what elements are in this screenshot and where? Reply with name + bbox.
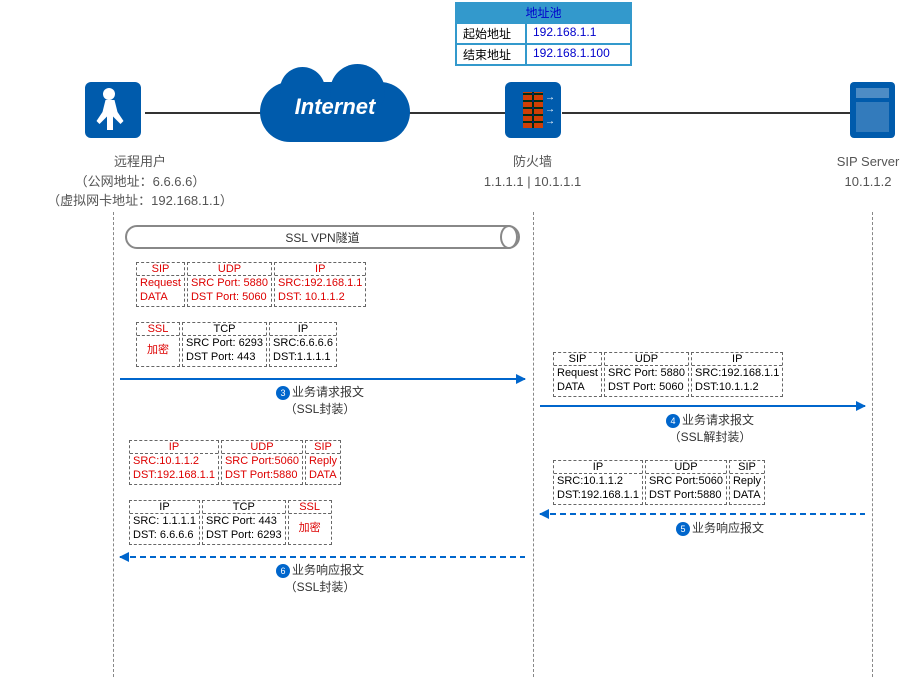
step5-arrow bbox=[540, 513, 865, 515]
internet-label: Internet bbox=[260, 94, 410, 120]
lifeline-user bbox=[113, 212, 114, 677]
step3-outer-packet: SSL加密TCPSRC Port: 6293DST Port: 443IPSRC… bbox=[135, 322, 338, 367]
user-icon bbox=[85, 82, 141, 138]
firewall-icon: →→→ bbox=[505, 82, 561, 138]
step6-inner-packet: IPSRC:10.1.1.2DST:192.168.1.1UDPSRC Port… bbox=[128, 440, 342, 485]
sip-server-node bbox=[850, 82, 895, 144]
server-icon bbox=[850, 82, 895, 138]
ssl-vpn-tunnel: SSL VPN隧道 bbox=[125, 225, 520, 249]
tunnel-label: SSL VPN隧道 bbox=[127, 229, 518, 246]
address-pool-table: 地址池 起始地址 192.168.1.1 结束地址 192.168.1.100 bbox=[455, 2, 632, 66]
sip-server-labels: SIP Server 10.1.1.2 bbox=[828, 152, 908, 191]
step4-label: 4业务请求报文（SSL解封装） bbox=[625, 412, 795, 446]
lifeline-server bbox=[872, 212, 873, 677]
remote-user-node bbox=[85, 82, 141, 144]
firewall-labels: 防火墙 1.1.1.1 | 10.1.1.1 bbox=[470, 152, 595, 191]
step6-outer-packet: IPSRC: 1.1.1.1DST: 6.6.6.6TCPSRC Port: 4… bbox=[128, 500, 333, 545]
sip-server-title: SIP Server bbox=[828, 152, 908, 172]
step3-arrow bbox=[120, 378, 525, 380]
step6-label: 6业务响应报文（SSL封装） bbox=[235, 562, 405, 596]
step3-label: 3业务请求报文（SSL封装） bbox=[235, 384, 405, 418]
internet-node: Internet bbox=[260, 72, 410, 152]
remote-user-labels: 远程用户 （公网地址：6.6.6.6） （虚拟网卡地址：192.168.1.1） bbox=[30, 152, 250, 211]
step4-packet: SIPRequestDATAUDPSRC Port: 5880DST Port:… bbox=[552, 352, 784, 397]
address-pool-title: 地址池 bbox=[456, 3, 631, 23]
step4-arrow bbox=[540, 405, 865, 407]
start-addr-label: 起始地址 bbox=[456, 23, 526, 44]
step5-label: 5业务响应报文 bbox=[640, 520, 800, 537]
remote-user-public: （公网地址：6.6.6.6） bbox=[30, 172, 250, 192]
step6-arrow bbox=[120, 556, 525, 558]
start-addr-value: 192.168.1.1 bbox=[526, 23, 631, 44]
lifeline-firewall bbox=[533, 212, 534, 677]
firewall-title: 防火墙 bbox=[470, 152, 595, 172]
link-user-internet bbox=[145, 112, 275, 114]
step3-inner-packet: SIPRequestDATAUDPSRC Port: 5880DST Port:… bbox=[135, 262, 367, 307]
end-addr-value: 192.168.1.100 bbox=[526, 44, 631, 65]
remote-user-title: 远程用户 bbox=[30, 152, 250, 172]
link-internet-firewall bbox=[395, 112, 507, 114]
end-addr-label: 结束地址 bbox=[456, 44, 526, 65]
link-firewall-server bbox=[562, 112, 852, 114]
firewall-node: →→→ bbox=[505, 82, 561, 144]
sip-server-addr: 10.1.1.2 bbox=[828, 172, 908, 192]
firewall-addrs: 1.1.1.1 | 10.1.1.1 bbox=[470, 172, 595, 192]
remote-user-virtual: （虚拟网卡地址：192.168.1.1） bbox=[30, 191, 250, 211]
step5-packet: IPSRC:10.1.1.2DST:192.168.1.1UDPSRC Port… bbox=[552, 460, 766, 505]
